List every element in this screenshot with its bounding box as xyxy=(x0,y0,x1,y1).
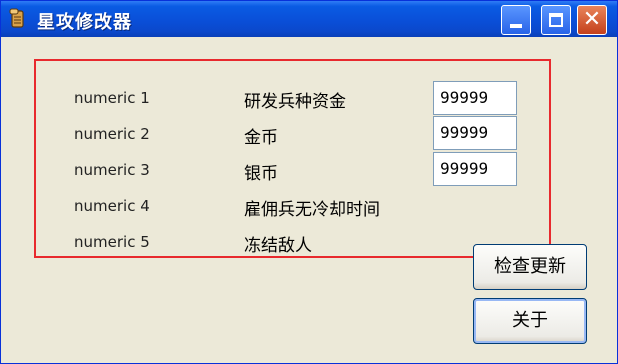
trainer-window: 星攻修改器 ✕ numeric 1 研发兵种资金 99999 numeric 2… xyxy=(0,0,618,364)
option-name-5[interactable]: 冻结敌人 xyxy=(244,231,312,256)
close-button[interactable]: ✕ xyxy=(577,5,607,35)
about-button[interactable]: 关于 xyxy=(473,298,587,344)
numeric-label-4: numeric 4 xyxy=(74,197,150,215)
numeric-label-3: numeric 3 xyxy=(74,161,150,179)
numeric-label-1: numeric 1 xyxy=(74,89,150,107)
maximize-button[interactable] xyxy=(541,5,571,35)
close-icon: ✕ xyxy=(582,7,602,32)
numeric-label-2: numeric 2 xyxy=(74,125,150,143)
option-name-1: 研发兵种资金 xyxy=(244,92,346,112)
value-field-3[interactable]: 99999 xyxy=(433,152,517,186)
option-name-3: 银币 xyxy=(244,164,278,184)
option-name-4[interactable]: 雇佣兵无冷却时间 xyxy=(244,195,380,220)
window-title: 星攻修改器 xyxy=(37,12,132,33)
numeric-label-5: numeric 5 xyxy=(74,233,150,251)
scroll-icon xyxy=(9,8,29,30)
value-field-2[interactable]: 99999 xyxy=(433,116,517,150)
minimize-icon xyxy=(510,24,522,28)
value-field-1[interactable]: 99999 xyxy=(433,81,517,115)
check-update-button[interactable]: 检查更新 xyxy=(473,244,587,290)
title-bar[interactable]: 星攻修改器 ✕ xyxy=(1,1,617,37)
minimize-button[interactable] xyxy=(501,5,531,35)
maximize-icon xyxy=(549,13,563,27)
option-name-2: 金币 xyxy=(244,128,278,148)
